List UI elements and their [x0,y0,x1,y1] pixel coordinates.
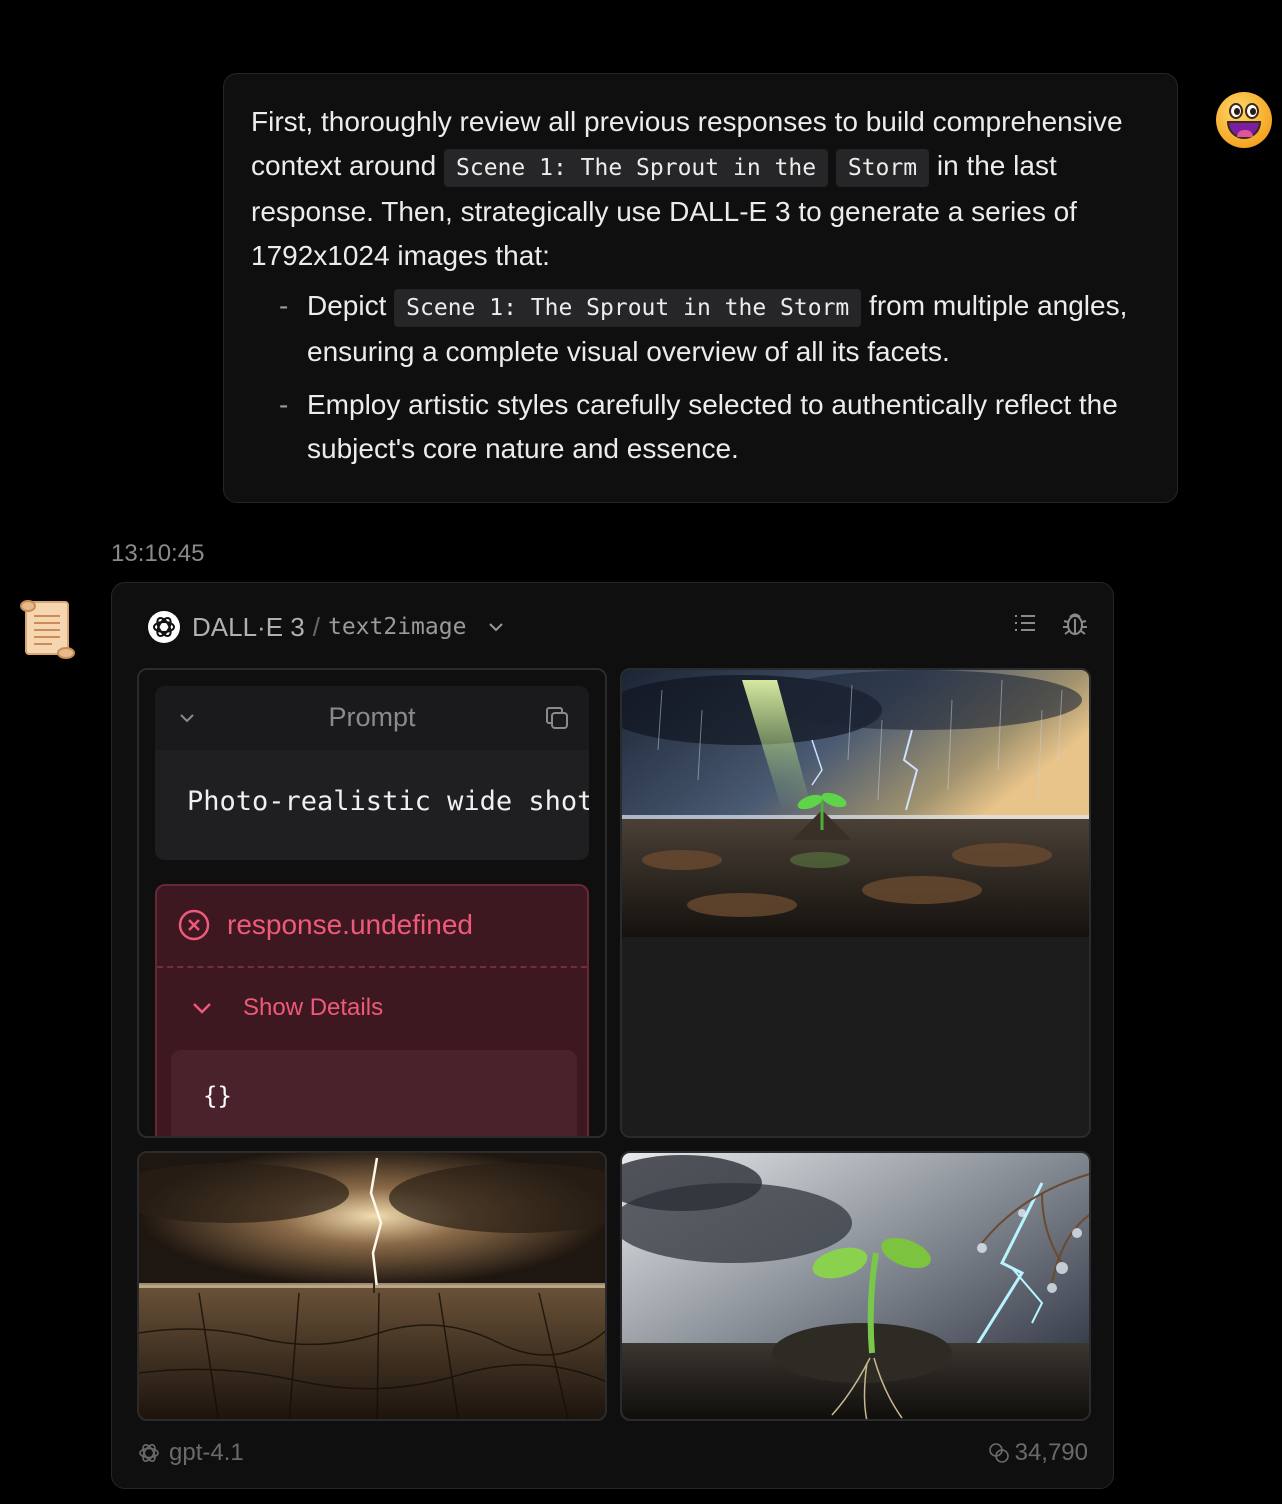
prompt-header[interactable]: Prompt [155,686,589,750]
assistant-message-card: DALL·E 3 / text2image Prompt Photo-reali… [111,582,1114,1489]
bullet-dash: - [279,389,289,420]
prompt-box: Prompt Photo-realistic wide shot of a ti… [155,686,589,860]
prompt-error-panel: Prompt Photo-realistic wide shot of a ti… [137,668,607,1138]
bullet-prefix: Depict [307,290,387,321]
header-actions [1011,609,1089,637]
error-header: response.undefined [177,908,473,942]
show-details-toggle[interactable]: Show Details [189,994,383,1022]
prompt-title: Prompt [328,702,416,732]
openai-logo-icon [139,1444,159,1462]
inline-code-scene: Scene 1: The Sprout in the Storm [394,289,862,327]
error-title: response.undefined [227,909,473,940]
tool-header[interactable]: DALL·E 3 / text2image [148,607,506,647]
user-message-bubble: First, thoroughly review all previous re… [223,73,1178,503]
error-json: {} [203,1082,232,1110]
message-timestamp: 13:10:45 [111,540,205,567]
error-circle-x-icon [178,909,210,941]
token-count: 34,790 [1014,1439,1088,1466]
openai-logo-icon [148,611,180,643]
image-cracked-earth-storm [139,1153,605,1419]
coins-icon [988,1443,1009,1463]
prompt-text: Photo-realistic wide shot of a tiny gree… [187,786,589,817]
footer-model-name: gpt-4.1 [169,1439,244,1466]
user-bullet-list: - Depict Scene 1: The Sprout in the Stor… [251,284,1151,471]
tool-model-name: DALL·E 3 [192,611,305,642]
image-sprout-rain-lightning-closeup [622,1153,1089,1419]
show-details-label[interactable]: Show Details [243,994,383,1022]
scroll-icon[interactable] [18,598,76,660]
generated-image[interactable] [137,1151,607,1421]
generated-image[interactable] [620,1151,1091,1421]
copy-icon[interactable] [543,704,571,732]
error-divider [157,966,587,968]
list-icon[interactable] [1011,609,1039,637]
tool-plugin-name: text2image [327,614,467,640]
error-details-box: {} [171,1050,577,1136]
error-box: response.undefined Show Details {} [155,884,589,1136]
header-separator: / [312,611,320,642]
inline-code-storm: Storm [835,149,930,187]
bullet-dash: - [279,290,289,321]
card-footer: gpt-4.1 34,790 [137,1439,1088,1473]
list-item: - Depict Scene 1: The Sprout in the Stor… [251,284,1151,374]
inline-code-scene: Scene 1: The Sprout in the [444,149,829,187]
avatar-mouth-icon [1227,121,1261,139]
bullet-text: Employ artistic styles carefully selecte… [307,389,1118,464]
user-message-paragraph: First, thoroughly review all previous re… [251,100,1151,278]
chevron-down-icon[interactable] [486,617,506,637]
footer-model: gpt-4.1 [137,1439,244,1467]
image-sprout-storm-lightbeam [622,670,1089,1136]
user-avatar[interactable] [1216,92,1272,148]
avatar-eye-icon [1229,103,1243,119]
list-item: - Employ artistic styles carefully selec… [251,383,1151,471]
generated-image[interactable] [620,668,1091,1138]
chevron-down-icon[interactable] [189,995,215,1021]
footer-tokens: 34,790 [987,1439,1088,1467]
avatar-eye-icon [1245,103,1259,119]
bug-icon[interactable] [1061,609,1089,637]
